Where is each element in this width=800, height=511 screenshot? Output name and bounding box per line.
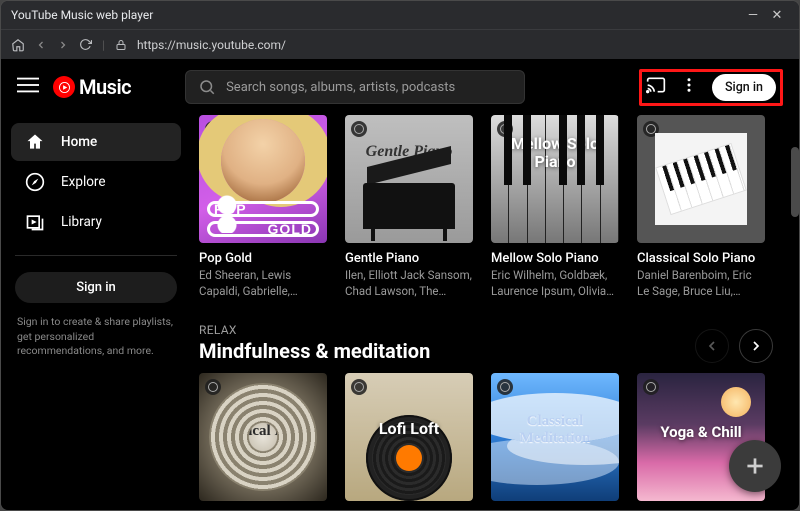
search-placeholder: Search songs, albums, artists, podcasts <box>226 80 455 95</box>
search-icon <box>198 78 216 96</box>
cast-icon[interactable] <box>646 75 666 99</box>
playlist-thumb <box>637 115 765 243</box>
playlist-thumb: Classical Meditation <box>491 373 619 501</box>
row-eyebrow: RELAX <box>199 323 430 337</box>
playlist-title: Pop Gold <box>199 251 327 266</box>
forward-icon[interactable] <box>57 39 69 51</box>
chevron-left-icon <box>704 338 720 354</box>
yt-badge-icon <box>351 121 367 137</box>
playlist-subtitle: Ilen, Elliott Jack Sansom, Chad Lawson, … <box>345 268 473 299</box>
close-button[interactable]: ✕ <box>765 8 789 23</box>
fab-add-button[interactable] <box>729 440 781 492</box>
thumb-overlay-text: Classical Meditation <box>491 413 619 446</box>
yt-badge-icon <box>351 379 367 395</box>
row-headline: Mindfulness & meditation <box>199 339 430 363</box>
thumb-overlay-text: POP <box>210 201 251 217</box>
explore-icon <box>25 172 45 192</box>
playlist-subtitle: Ed Sheeran, Lewis Capaldi, Gabrielle, Si… <box>199 268 327 299</box>
playlist-title: Mellow Solo Piano <box>491 251 619 266</box>
app-topbar: Music Search songs, albums, artists, pod… <box>1 59 799 115</box>
thumb-overlay-text: Lofi Loft <box>345 419 473 438</box>
home-icon <box>25 132 45 152</box>
chevron-right-icon <box>748 338 764 354</box>
playlist-title: Gentle Piano <box>345 251 473 266</box>
sidebar-item-label: Explore <box>61 174 106 190</box>
window-title: YouTube Music web player <box>11 8 153 22</box>
playlist-title: Classical Solo Piano <box>637 251 765 266</box>
scrollbar[interactable] <box>791 115 799 510</box>
topbar-actions: Sign in <box>646 74 776 101</box>
sidebar-note: Sign in to create & share playlists, get… <box>11 305 181 359</box>
yt-badge-icon <box>205 121 221 137</box>
sidebar-item-label: Home <box>61 134 97 150</box>
main-content: POP GOLD Pop Gold Ed Sheeran, Lewis Capa… <box>191 115 799 510</box>
playlist-thumb: POP GOLD <box>199 115 327 243</box>
carousel-prev-button[interactable] <box>695 329 729 363</box>
sidebar-item-home[interactable]: Home <box>11 123 181 161</box>
back-icon[interactable] <box>35 39 47 51</box>
yt-badge-icon <box>497 379 513 395</box>
app-window: YouTube Music web player — ✕ | https://m… <box>0 0 800 511</box>
playlist-card[interactable]: POP GOLD Pop Gold Ed Sheeran, Lewis Capa… <box>199 115 327 299</box>
app-logo[interactable]: Music <box>53 75 131 99</box>
playlist-subtitle: Eric Wilhelm, Goldbæk, Laurence Ipsum, O… <box>491 268 619 299</box>
playlist-thumb: Mellow Solo Piano <box>491 115 619 243</box>
sidebar-item-library[interactable]: Library <box>11 203 181 241</box>
playlist-card[interactable]: Classical Focus <box>199 373 327 501</box>
logo-badge-icon <box>53 76 75 98</box>
playlist-thumb: Gentle Piano <box>345 115 473 243</box>
url-text[interactable]: https://music.youtube.com/ <box>137 38 286 52</box>
carousel-row: POP GOLD Pop Gold Ed Sheeran, Lewis Capa… <box>199 115 799 299</box>
playlist-thumb: Lofi Loft <box>345 373 473 501</box>
browser-toolbar: | https://music.youtube.com/ <box>1 29 799 59</box>
yt-badge-icon <box>205 379 221 395</box>
titlebar: YouTube Music web player — ✕ <box>1 1 799 29</box>
playlist-card[interactable]: Lofi Loft <box>345 373 473 501</box>
menu-icon[interactable] <box>17 74 39 100</box>
sidebar-item-explore[interactable]: Explore <box>11 163 181 201</box>
carousel-row: RELAX Mindfulness & meditation <box>199 323 799 501</box>
thumb-overlay-text: Classical Focus <box>199 423 327 440</box>
thumb-overlay-text: GOLD <box>264 221 316 237</box>
playlist-card[interactable]: Gentle Piano Gentle Piano Ilen, Elliott … <box>345 115 473 299</box>
playlist-card[interactable]: Mellow Solo Piano Mellow Solo Piano Eric… <box>491 115 619 299</box>
reload-icon[interactable] <box>79 38 92 51</box>
search-input[interactable]: Search songs, albums, artists, podcasts <box>185 70 525 104</box>
app-content: Music Search songs, albums, artists, pod… <box>1 59 799 510</box>
more-icon[interactable] <box>680 76 698 98</box>
sidebar-separator <box>15 255 177 256</box>
playlist-card[interactable]: Classical Solo Piano Daniel Barenboim, E… <box>637 115 765 299</box>
logo-text: Music <box>79 75 131 99</box>
library-icon <box>25 212 45 232</box>
lock-icon <box>115 39 127 51</box>
yt-badge-icon <box>643 379 659 395</box>
plus-icon <box>742 453 768 479</box>
carousel-next-button[interactable] <box>739 329 773 363</box>
playlist-thumb: Classical Focus <box>199 373 327 501</box>
sidebar-item-label: Library <box>61 214 102 230</box>
annotation-highlight: Sign in <box>639 69 783 106</box>
minimize-button[interactable]: — <box>741 8 765 23</box>
home-icon[interactable] <box>11 38 25 52</box>
sidebar-sign-in-button[interactable]: Sign in <box>15 272 177 303</box>
sign-in-button[interactable]: Sign in <box>712 74 776 101</box>
thumb-overlay-text: Yoga & Chill <box>637 423 765 441</box>
sidebar: Home Explore Library Sign in Sign in to … <box>1 115 191 510</box>
playlist-subtitle: Daniel Barenboim, Eric Le Sage, Bruce Li… <box>637 268 765 299</box>
playlist-card[interactable]: Classical Meditation <box>491 373 619 501</box>
